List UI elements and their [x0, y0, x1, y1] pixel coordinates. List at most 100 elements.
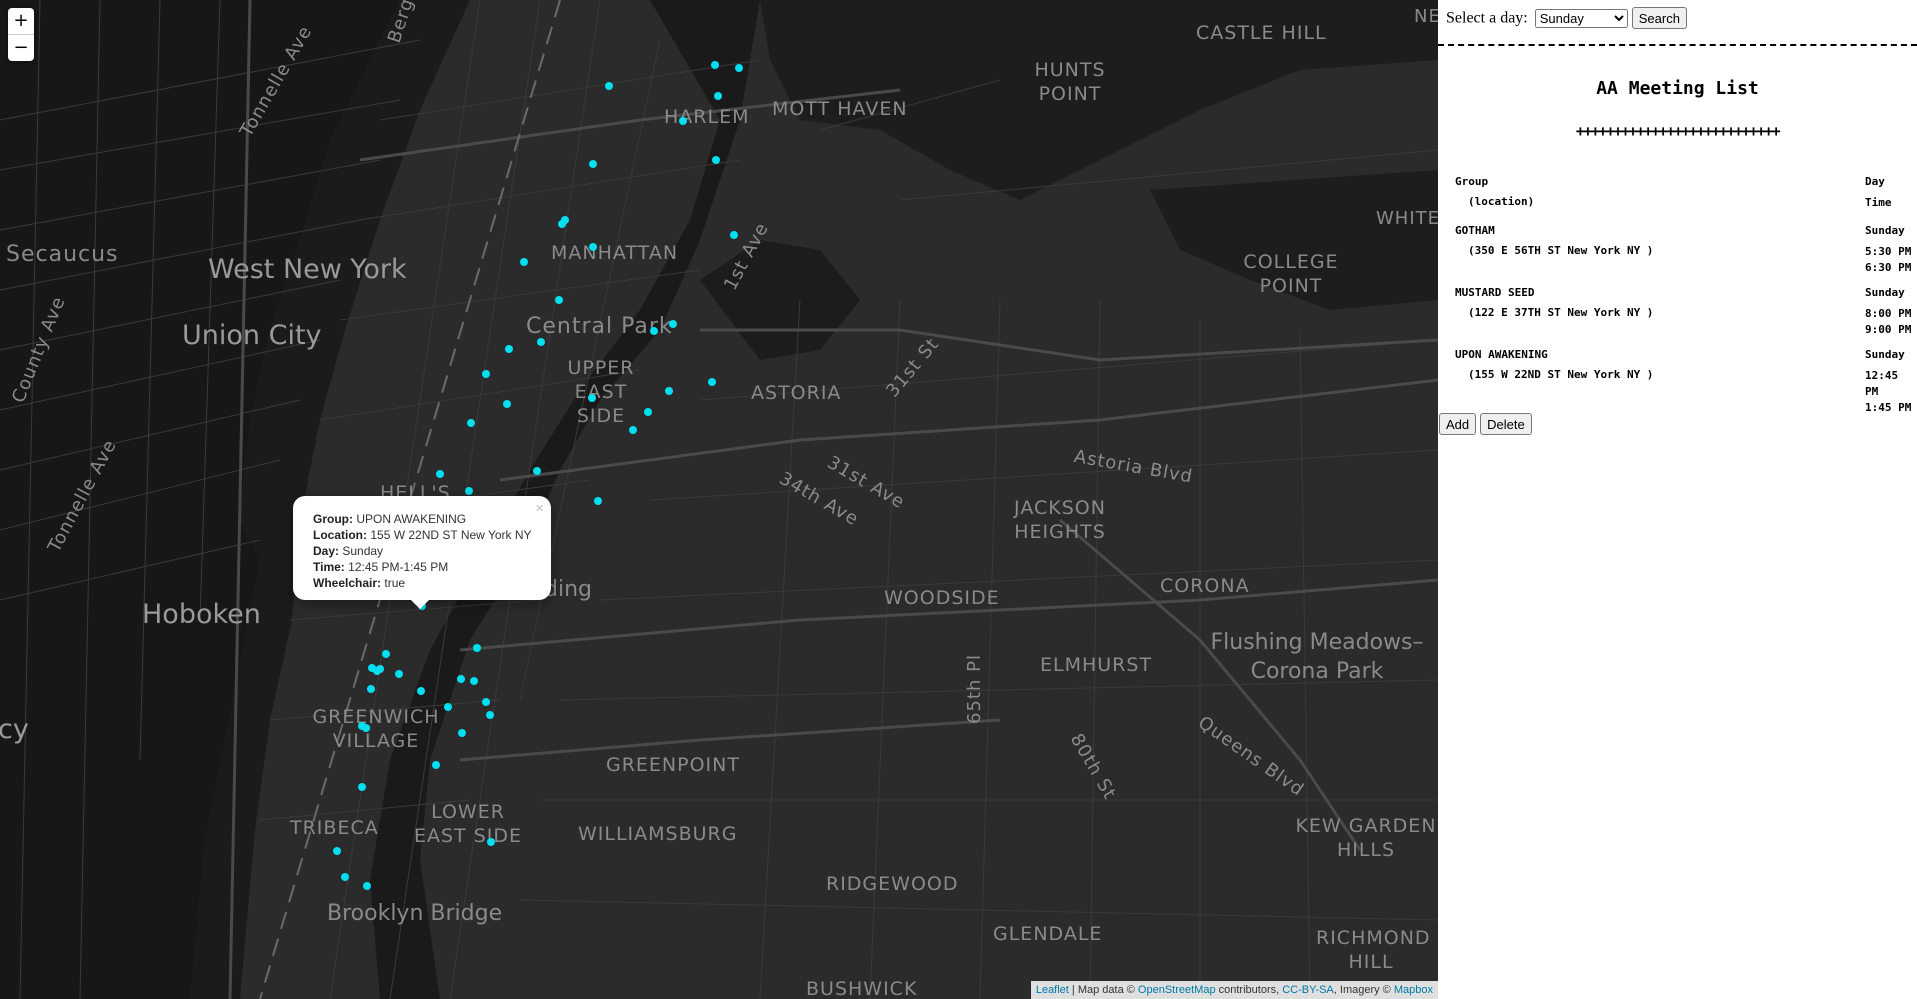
leaflet-link[interactable]: Leaflet	[1036, 984, 1069, 996]
meeting-day: Sunday	[1865, 286, 1905, 299]
meeting-marker[interactable]	[644, 408, 652, 416]
map-label-woodside: WOODSIDE	[884, 587, 1000, 609]
attribution-text-2: contributors,	[1215, 984, 1283, 996]
meeting-marker[interactable]	[482, 698, 490, 706]
meeting-marker[interactable]	[589, 243, 597, 251]
meeting-marker[interactable]	[714, 92, 722, 100]
meeting-marker[interactable]	[458, 729, 466, 737]
map-label-mott-haven: MOTT HAVEN	[772, 98, 908, 120]
map-label-hoboken: Hoboken	[142, 599, 261, 630]
meeting-marker[interactable]	[503, 400, 511, 408]
map-label-ridgewood: RIDGEWOOD	[826, 873, 959, 895]
meeting-marker[interactable]	[537, 338, 545, 346]
map-label-65th-pl: 65th Pl	[964, 654, 985, 724]
meeting-marker[interactable]	[533, 467, 541, 475]
meeting-marker[interactable]	[487, 838, 495, 846]
map-view[interactable]: Secaucus West New York Union City Hoboke…	[0, 0, 1438, 999]
meeting-marker[interactable]	[505, 345, 513, 353]
meeting-marker[interactable]	[457, 675, 465, 683]
map-label-cy: cy	[0, 714, 29, 745]
map-label-secaucus: Secaucus	[6, 242, 119, 267]
zoom-in-button[interactable]: +	[8, 8, 34, 34]
meeting-marker[interactable]	[588, 394, 596, 402]
meeting-marker[interactable]	[470, 677, 478, 685]
meeting-marker[interactable]	[629, 426, 637, 434]
meeting-marker[interactable]	[558, 220, 566, 228]
meeting-marker[interactable]	[358, 783, 366, 791]
meeting-marker[interactable]	[467, 419, 475, 427]
meeting-marker[interactable]	[395, 670, 403, 678]
meeting-marker[interactable]	[432, 761, 440, 769]
meeting-marker[interactable]	[708, 378, 716, 386]
delete-button[interactable]: Delete	[1480, 413, 1532, 435]
map-label-bushwick: BUSHWICK	[806, 978, 918, 999]
meeting-marker[interactable]	[712, 156, 720, 164]
popup-close-button[interactable]: ×	[535, 500, 544, 517]
cc-by-sa-link[interactable]: CC-BY-SA	[1282, 984, 1334, 996]
meeting-marker[interactable]	[362, 724, 370, 732]
table-row: GOTHAM (350 E 56TH ST New York NY ) Sund…	[1455, 224, 1917, 277]
meeting-marker[interactable]	[555, 296, 563, 304]
meeting-location: (350 E 56TH ST New York NY )	[1468, 244, 1654, 257]
meeting-marker[interactable]	[363, 882, 371, 890]
map-label-lower-east-side: LOWER EAST SIDE	[413, 801, 522, 847]
meeting-marker[interactable]	[341, 873, 349, 881]
meeting-start-time: 5:30 PM	[1865, 245, 1912, 258]
map-label-elmhurst: ELMHURST	[1040, 654, 1153, 676]
meeting-start-time: 12:45 PM	[1865, 369, 1899, 398]
meeting-marker[interactable]	[444, 703, 452, 711]
popup-tip	[410, 599, 430, 609]
day-select[interactable]: Sunday	[1534, 8, 1628, 28]
meeting-marker[interactable]	[730, 231, 738, 239]
meeting-marker[interactable]	[735, 64, 743, 72]
meeting-marker[interactable]	[711, 61, 719, 69]
meeting-table: Group (location) Day Time GOTHAM (350 E …	[1455, 175, 1917, 414]
meeting-marker[interactable]	[473, 644, 481, 652]
meeting-marker[interactable]	[436, 470, 444, 478]
openstreetmap-link[interactable]: OpenStreetMap	[1138, 984, 1216, 996]
search-button[interactable]: Search	[1631, 7, 1687, 29]
meeting-marker[interactable]	[367, 685, 375, 693]
map-label-white: WHITE	[1376, 208, 1438, 229]
meeting-marker[interactable]	[333, 847, 341, 855]
map-label-building: ding	[544, 577, 592, 602]
meeting-marker[interactable]	[594, 497, 602, 505]
map-label-harlem: HARLEM	[664, 106, 750, 128]
meeting-marker[interactable]	[486, 711, 494, 719]
meeting-marker[interactable]	[382, 650, 390, 658]
meeting-marker[interactable]	[589, 160, 597, 168]
meeting-marker[interactable]	[679, 117, 687, 125]
day-select-label: Select a day:	[1446, 9, 1528, 27]
popup-location: 155 W 22ND ST New York NY	[370, 528, 532, 542]
map-label-union-city: Union City	[182, 320, 322, 351]
header-group: Group	[1455, 175, 1489, 188]
meeting-marker[interactable]	[605, 82, 613, 90]
meeting-marker[interactable]	[669, 320, 677, 328]
day-selector-bar: Select a day: Sunday Search	[1446, 7, 1687, 29]
attribution-text-3: , Imagery ©	[1333, 984, 1394, 996]
table-row: MUSTARD SEED (122 E 37TH ST New York NY …	[1455, 286, 1917, 339]
table-row: UPON AWAKENING (155 W 22ND ST New York N…	[1455, 348, 1917, 414]
meeting-marker[interactable]	[376, 665, 384, 673]
meeting-marker[interactable]	[520, 258, 528, 266]
meeting-location: (122 E 37TH ST New York NY )	[1468, 306, 1654, 319]
add-button[interactable]: Add	[1439, 413, 1477, 435]
table-header: Group (location) Day Time	[1455, 175, 1917, 215]
header-day: Day	[1865, 175, 1885, 188]
map-label-brooklyn-bridge: Brooklyn Bridge	[327, 901, 503, 926]
zoom-out-button[interactable]: −	[8, 34, 34, 61]
page-title: AA Meeting List	[1596, 78, 1759, 99]
meeting-marker[interactable]	[665, 387, 673, 395]
map-label-hunts-point: HUNTS POINT	[1034, 59, 1106, 105]
title-separator: +++++++++++++++++++++++++++	[1575, 122, 1781, 140]
meeting-marker[interactable]	[482, 370, 490, 378]
mapbox-link[interactable]: Mapbox	[1394, 984, 1433, 996]
map-label-corona: CORONA	[1160, 575, 1250, 597]
meeting-marker[interactable]	[650, 327, 658, 335]
meeting-marker[interactable]	[417, 687, 425, 695]
popup-group-label: Group:	[313, 512, 353, 526]
map-label-kew-gardens-hills: KEW GARDEN HILLS	[1295, 815, 1437, 861]
meeting-marker[interactable]	[465, 487, 473, 495]
map-label-upper-east-side: UPPER EAST SIDE	[567, 357, 635, 427]
meeting-time: 12:45 PM 1:45 PM	[1865, 368, 1917, 416]
